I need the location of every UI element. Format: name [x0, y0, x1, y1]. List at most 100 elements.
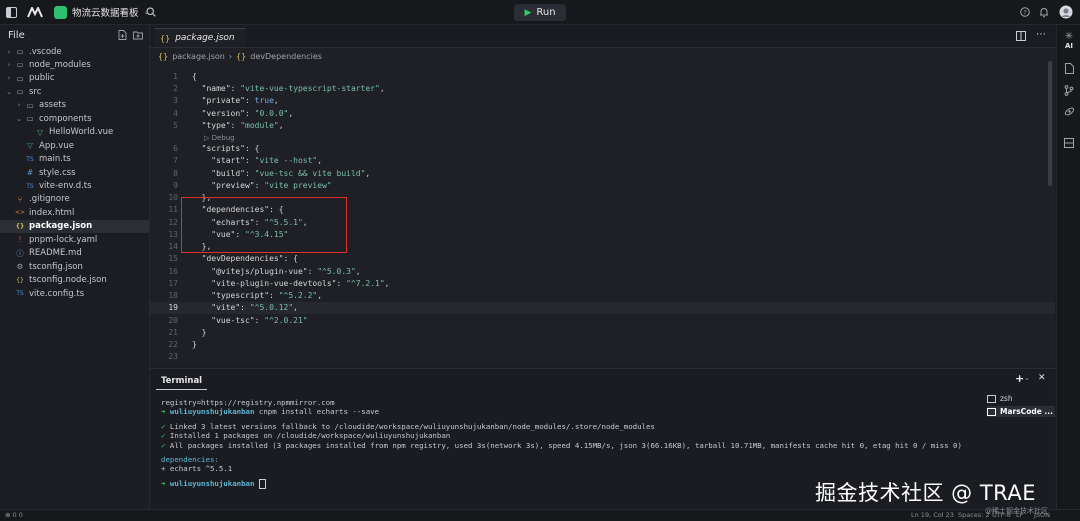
sidebar-item[interactable]: ⌄ ▭ components — [0, 112, 149, 125]
code-line[interactable]: 7 "start": "vite --host", — [150, 155, 1055, 168]
code-text: "devDependencies": { — [201, 254, 298, 264]
prompt-directory: wuliuyunshujukanban — [169, 478, 255, 488]
sidebar-item[interactable]: {} package.json — [0, 219, 149, 233]
sidebar-item[interactable]: › ▭ node_modules — [0, 58, 149, 71]
sidebar-item[interactable]: # style.css — [0, 166, 149, 179]
chevron-down-icon: ⌄ — [6, 87, 12, 96]
code-line[interactable]: 4 "version": "0.0.0", — [150, 107, 1055, 120]
add-terminal-icon[interactable]: + — [1015, 372, 1024, 385]
line-number: 9 — [173, 180, 178, 190]
json-file-icon: {} — [158, 51, 169, 61]
breadcrumb-file[interactable]: package.json — [172, 52, 225, 61]
cursor-position[interactable]: Ln 19, Col 23 — [911, 511, 954, 519]
code-line[interactable]: 23 — [150, 351, 1055, 364]
code-line[interactable]: 21 } — [150, 326, 1055, 339]
chevron-down-icon[interactable]: ⌄ — [1024, 374, 1030, 382]
session-label: zsh — [1000, 394, 1013, 403]
terminal-line: + echarts ^5.5.1 — [161, 464, 232, 474]
run-button[interactable]: ▶ Run — [514, 4, 566, 21]
sidebar-item[interactable]: <> index.html — [0, 206, 149, 219]
sidebar-item-label: pnpm-lock.yaml — [29, 234, 98, 245]
new-file-icon[interactable] — [118, 30, 127, 43]
play-icon: ▶ — [524, 7, 532, 18]
tab-terminal[interactable]: Terminal — [156, 373, 208, 390]
code-line[interactable]: 16 "@vitejs/plugin-vue": "^5.0.3", — [150, 265, 1055, 278]
code-line[interactable]: 17 "vite-plugin-vue-devtools": "^7.2.1", — [150, 277, 1055, 290]
json-file-icon: {} — [236, 51, 247, 61]
sidebar-item[interactable]: {} tsconfig.node.json — [0, 274, 149, 287]
problems-indicator[interactable]: ⊗ 0 0 — [5, 511, 23, 519]
layout-icon[interactable] — [1057, 138, 1080, 151]
split-editor-icon[interactable] — [1016, 31, 1026, 44]
code-text: "version": "0.0.0", — [201, 108, 294, 118]
code-line[interactable]: 19 "vite": "^5.0.12", — [150, 301, 1055, 314]
sidebar-item-label: vite-env.d.ts — [39, 181, 92, 191]
folder-icon: ▭ — [16, 47, 24, 56]
sidebar-item[interactable]: ⓘ README.md — [0, 247, 149, 260]
ai-sparkle-icon[interactable]: ✳ — [1057, 31, 1080, 42]
json-file-icon: {} — [15, 222, 25, 230]
code-line[interactable]: 9 "preview": "vite preview" — [150, 179, 1055, 192]
code-line[interactable]: 8 "build": "vue-tsc && vite build", — [150, 167, 1055, 180]
sidebar-item-label: tsconfig.json — [29, 261, 83, 272]
problems-count: 0 0 — [12, 511, 23, 519]
code-text: "build": "vue-tsc && vite build", — [211, 168, 371, 178]
more-options-icon[interactable]: ⋯ — [1036, 29, 1046, 40]
json-file-icon: {} — [160, 33, 171, 43]
editor-tab-bar: {} package.json ⋯ — [150, 25, 1055, 48]
css-file-icon: # — [26, 168, 34, 178]
sidebar-item[interactable]: TS main.ts — [0, 153, 149, 166]
toggle-sidebar-icon[interactable] — [6, 0, 17, 24]
sidebar-item[interactable]: TS vite.config.ts — [0, 287, 149, 300]
code-line[interactable]: 6 "scripts": { — [150, 142, 1055, 155]
editor-scrollbar[interactable] — [1048, 61, 1052, 186]
code-editor[interactable]: {} package.json ⋯ {} package.json › {} d… — [150, 25, 1055, 365]
ai-label[interactable]: AI — [1057, 42, 1080, 50]
terminal-text: + echarts ^5.5.1 — [161, 464, 233, 474]
project-selector[interactable]: 物流云数据看板 ⌄ — [54, 0, 149, 24]
avatar[interactable] — [1059, 0, 1073, 24]
code-line[interactable]: 5 "type": "module", — [150, 119, 1055, 132]
code-line[interactable]: 15 "devDependencies": { — [150, 253, 1055, 266]
terminal-line: ➜ wuliuyunshujukanban cnpm install echar… — [161, 407, 379, 417]
sidebar-item-label: main.ts — [39, 154, 71, 165]
code-line[interactable]: 3 "private": true, — [150, 95, 1055, 108]
sidebar-item[interactable]: ⌄ ▭ src — [0, 85, 149, 98]
code-line[interactable]: 18 "typescript": "^5.2.2", — [150, 289, 1055, 302]
bell-icon[interactable] — [1039, 0, 1049, 24]
file-explorer: File › ▭ .vscode › ▭ node_modules › ▭ public ⌄ ▭ sr… — [0, 25, 150, 509]
help-icon[interactable]: ? — [1020, 0, 1030, 24]
terminal-session[interactable]: zsh — [987, 393, 1055, 404]
line-number: 8 — [173, 168, 178, 178]
code-line[interactable]: 1{ — [150, 70, 1055, 83]
typescript-file-icon: TS — [26, 155, 34, 163]
tab-label: package.json — [175, 33, 235, 43]
sidebar-item[interactable]: ⚙ tsconfig.json — [0, 260, 149, 273]
sidebar-item[interactable]: ▽ App.vue — [0, 139, 149, 152]
terminal-session[interactable]: MarsCode ... — [987, 406, 1055, 417]
sidebar-item[interactable]: › ▭ assets — [0, 99, 149, 112]
sidebar-item[interactable]: ⑂ .gitignore — [0, 193, 149, 206]
code-line[interactable]: 20 "vue-tsc": "^2.0.21" — [150, 314, 1055, 327]
breadcrumb-separator: › — [228, 51, 233, 61]
sidebar-item[interactable]: › ▭ .vscode — [0, 45, 149, 58]
app-logo-icon — [27, 0, 43, 24]
source-control-icon[interactable] — [1057, 85, 1080, 99]
sidebar-item[interactable]: TS vite-env.d.ts — [0, 180, 149, 193]
search-icon[interactable] — [146, 0, 156, 24]
line-number: 1 — [173, 71, 178, 81]
svg-text:?: ? — [1023, 9, 1026, 17]
sidebar-item[interactable]: ▽ HelloWorld.vue — [0, 126, 149, 139]
line-number: 2 — [173, 84, 178, 93]
file-icon[interactable] — [1057, 63, 1080, 77]
code-line[interactable]: 2 "name": "vite-vue-typescript-starter", — [150, 82, 1055, 95]
breadcrumb-key[interactable]: devDependencies — [250, 52, 322, 61]
new-folder-icon[interactable] — [133, 30, 143, 43]
code-text: } — [192, 327, 207, 337]
sidebar-item[interactable]: › ▭ public — [0, 72, 149, 85]
code-line[interactable]: 22} — [150, 338, 1055, 351]
extensions-icon[interactable] — [1057, 106, 1080, 120]
sidebar-item[interactable]: ! pnpm-lock.yaml — [0, 233, 149, 246]
close-icon[interactable]: ✕ — [1038, 373, 1046, 383]
tab-package-json[interactable]: {} package.json — [154, 28, 246, 47]
